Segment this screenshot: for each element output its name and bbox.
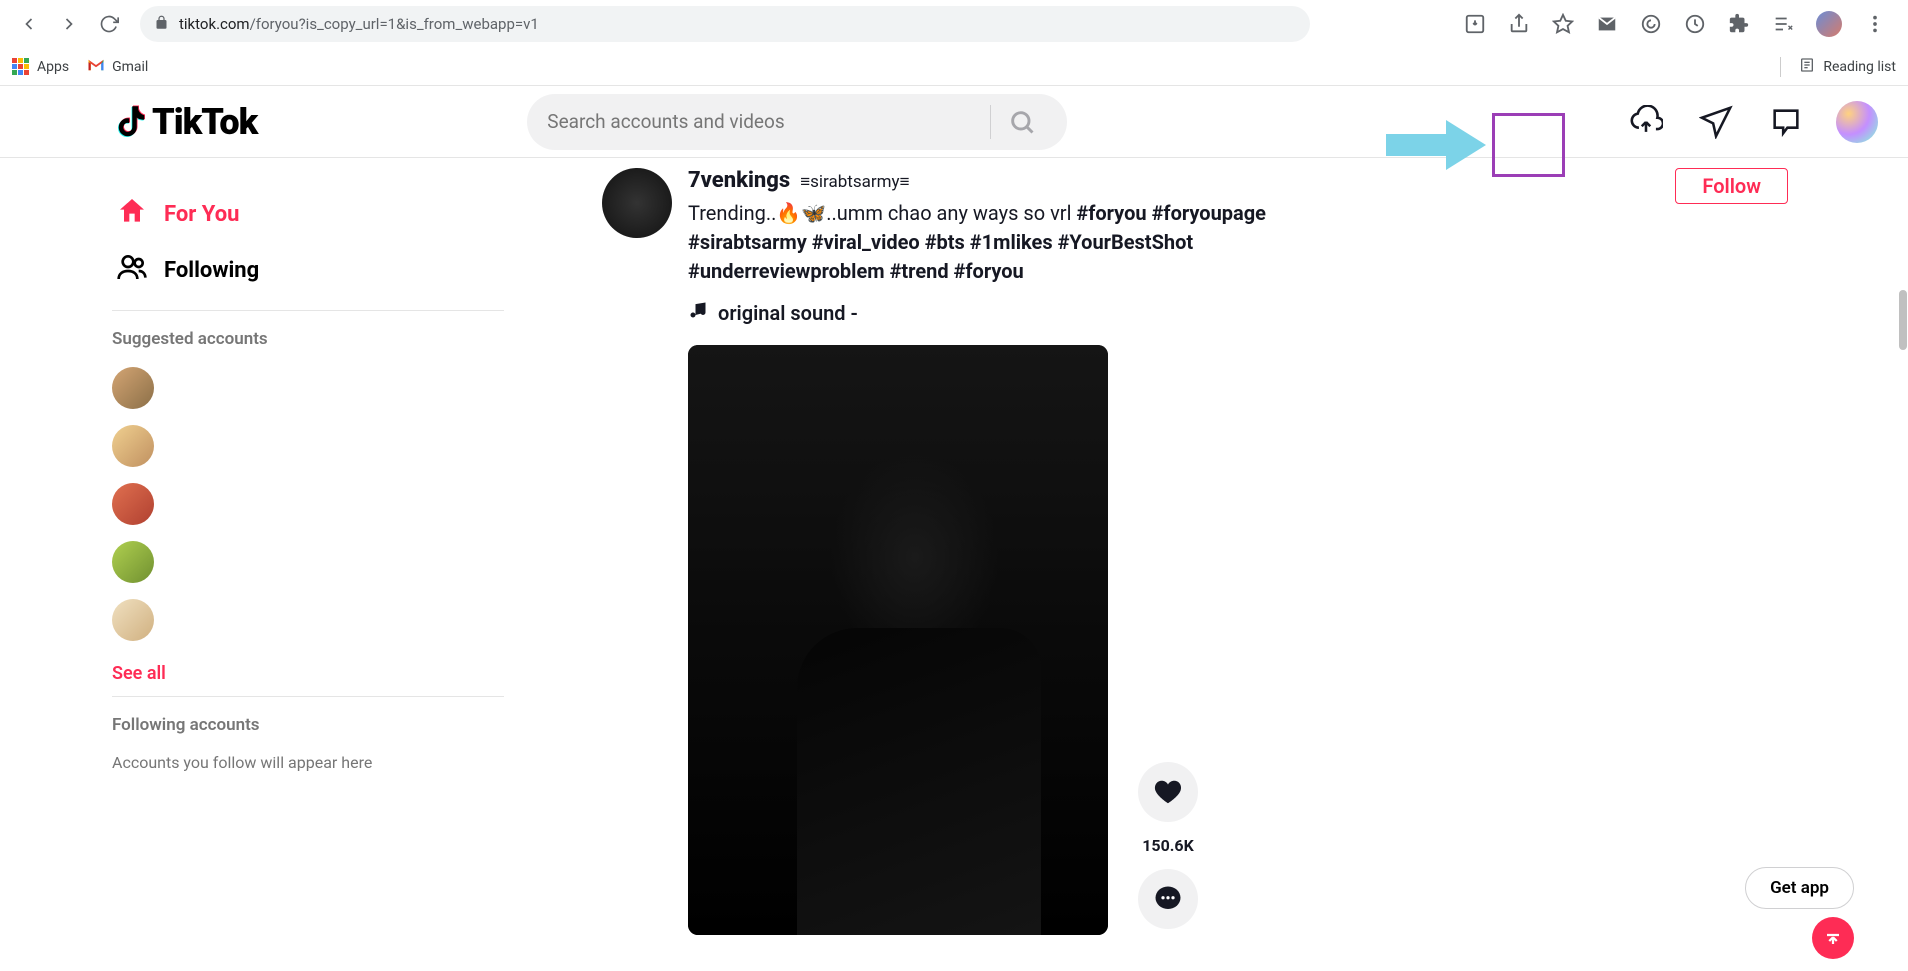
post-author-avatar[interactable]	[602, 168, 672, 238]
see-all-link[interactable]: See all	[112, 663, 582, 684]
scroll-to-top-button[interactable]	[1812, 917, 1854, 959]
video-row: 150.6K	[688, 345, 1788, 935]
post-sound-label: original sound -	[718, 301, 858, 325]
suggested-account[interactable]	[112, 483, 154, 525]
apps-grid-icon	[12, 58, 30, 76]
reload-button[interactable]	[92, 7, 126, 41]
video-player[interactable]	[688, 345, 1108, 935]
extensions-puzzle-icon[interactable]	[1728, 13, 1750, 35]
suggested-title: Suggested accounts	[112, 329, 582, 349]
suggested-account[interactable]	[112, 425, 154, 467]
inbox-button[interactable]	[1766, 102, 1806, 142]
post-handle: ≡sirabtsarmy≡	[800, 172, 909, 192]
browser-toolbar: tiktok.com/foryou?is_copy_url=1&is_from_…	[0, 0, 1908, 48]
extension-grammarly-icon[interactable]	[1640, 13, 1662, 35]
profile-avatar[interactable]	[1836, 101, 1878, 143]
chrome-profile-avatar[interactable]	[1816, 11, 1842, 37]
suggested-account[interactable]	[112, 599, 154, 641]
lock-icon	[154, 15, 169, 34]
like-button[interactable]	[1138, 762, 1198, 822]
tiktok-body: For You Following Suggested accounts See…	[0, 158, 1908, 971]
address-bar[interactable]: tiktok.com/foryou?is_copy_url=1&is_from_…	[140, 6, 1310, 42]
forward-button[interactable]	[52, 7, 86, 41]
reading-list-label: Reading list	[1823, 59, 1896, 75]
tiktok-logo-text: TikTok	[152, 101, 257, 143]
bookmark-apps-label: Apps	[37, 59, 69, 75]
following-accounts-title: Following accounts	[112, 715, 582, 735]
bookmark-star-icon[interactable]	[1552, 13, 1574, 35]
nav-for-you[interactable]: For You	[112, 186, 582, 242]
follow-button[interactable]: Follow	[1675, 168, 1788, 204]
bookmarks-bar: Apps Gmail Reading list	[0, 48, 1908, 86]
sidebar-divider	[112, 696, 504, 697]
chrome-actions	[1464, 11, 1896, 37]
suggested-account[interactable]	[112, 367, 154, 409]
search-divider	[990, 105, 991, 139]
video-actions: 150.6K	[1138, 762, 1198, 935]
tiktok-logo[interactable]: TikTok	[112, 101, 257, 143]
gmail-icon	[87, 58, 105, 76]
bookmark-gmail-label: Gmail	[112, 59, 148, 75]
sidebar: For You Following Suggested accounts See…	[112, 158, 602, 971]
video-thumbnail	[688, 345, 1108, 935]
post-sound[interactable]: original sound -	[688, 300, 1378, 325]
bookmark-gmail[interactable]: Gmail	[87, 58, 148, 76]
tiktok-header: TikTok	[0, 86, 1908, 158]
tiktok-logo-icon	[112, 102, 148, 142]
chrome-menu-icon[interactable]	[1864, 13, 1886, 35]
music-note-icon	[688, 300, 708, 325]
suggested-account[interactable]	[112, 541, 154, 583]
back-button[interactable]	[12, 7, 46, 41]
home-icon	[116, 195, 148, 233]
like-count: 150.6K	[1142, 836, 1194, 855]
page-scrollbar[interactable]	[1899, 290, 1907, 350]
header-actions	[1626, 101, 1878, 143]
people-icon	[116, 251, 148, 289]
extension-clockify-icon[interactable]	[1684, 13, 1706, 35]
post-main: 7venkings ≡sirabtsarmy≡ Trending..🔥🦋..um…	[688, 168, 1788, 935]
post-username[interactable]: 7venkings	[688, 168, 790, 193]
search-button[interactable]	[997, 97, 1047, 147]
nav-for-you-label: For You	[164, 202, 239, 227]
search-bar	[527, 94, 1067, 150]
get-app-button[interactable]: Get app	[1745, 867, 1854, 909]
post-caption: Trending..🔥🦋..umm chao any ways so vrl #…	[688, 199, 1378, 286]
media-control-icon[interactable]	[1772, 13, 1794, 35]
nav-following-label: Following	[164, 258, 259, 283]
sidebar-divider	[112, 310, 504, 311]
install-app-icon[interactable]	[1464, 13, 1486, 35]
nav-following[interactable]: Following	[112, 242, 582, 298]
post-caption-text: Trending..🔥🦋..umm chao any ways so vrl	[688, 201, 1076, 225]
bookmark-apps[interactable]: Apps	[12, 58, 69, 76]
search-input[interactable]	[547, 110, 982, 133]
feed: 7venkings ≡sirabtsarmy≡ Trending..🔥🦋..um…	[602, 158, 1908, 971]
reading-list[interactable]: Reading list	[1780, 57, 1896, 77]
following-empty-text: Accounts you follow will appear here	[112, 753, 582, 772]
suggested-accounts-list	[112, 367, 582, 641]
extension-gmail-icon[interactable]	[1596, 13, 1618, 35]
upload-button[interactable]	[1626, 102, 1666, 142]
reading-list-icon	[1799, 57, 1815, 77]
video-post: 7venkings ≡sirabtsarmy≡ Trending..🔥🦋..um…	[602, 168, 1788, 935]
url-text: tiktok.com/foryou?is_copy_url=1&is_from_…	[179, 15, 539, 33]
messages-button[interactable]	[1696, 102, 1736, 142]
share-icon[interactable]	[1508, 13, 1530, 35]
comment-button[interactable]	[1138, 869, 1198, 929]
post-header: 7venkings ≡sirabtsarmy≡ Trending..🔥🦋..um…	[688, 168, 1788, 325]
annotation-arrow-icon	[1386, 118, 1486, 172]
